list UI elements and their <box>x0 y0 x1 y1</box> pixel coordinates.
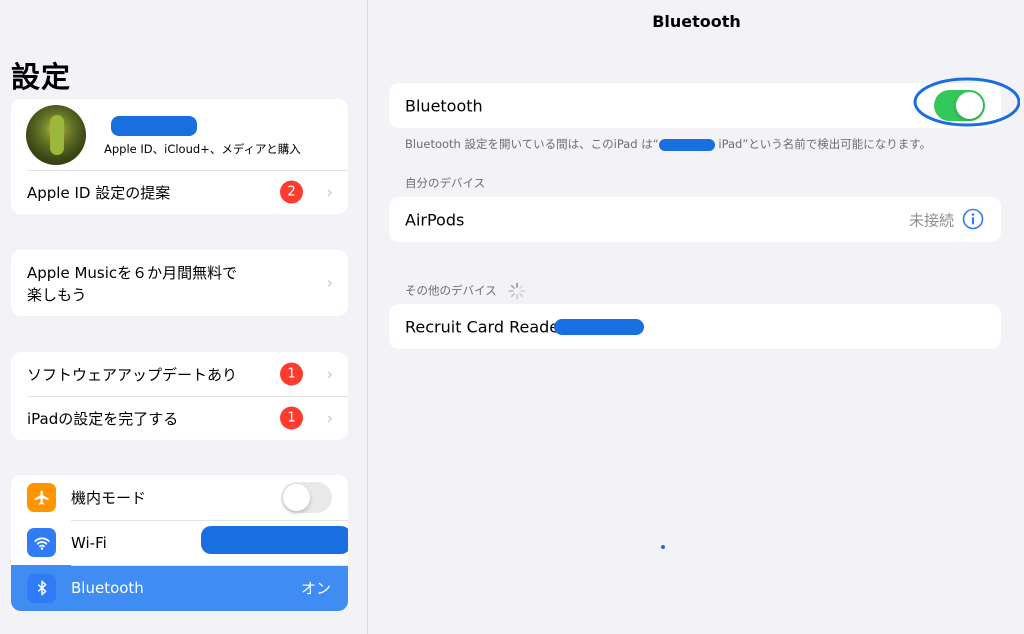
visibility-note-suffix: iPad”という名前で検出可能になります。 <box>714 137 932 151</box>
chevron-right-icon: › <box>326 182 333 202</box>
annotation-circle <box>913 77 1020 127</box>
chevron-right-icon: › <box>326 273 333 292</box>
redacted-device-suffix <box>554 319 644 335</box>
sidebar-item-airplane-mode[interactable]: 機内モード <box>11 475 348 520</box>
suggestion-badge: 2 <box>280 180 303 204</box>
bluetooth-icon <box>27 573 56 603</box>
wifi-label: Wi-Fi <box>71 533 107 552</box>
my-devices-header: 自分のデバイス <box>405 176 486 190</box>
software-update-label: ソフトウェアアップデートあり <box>27 365 238 384</box>
chevron-right-icon: › <box>326 364 333 384</box>
updates-group: ソフトウェアアップデートあり 1 › iPadの設定を完了する 1 › <box>11 352 348 440</box>
apple-music-promo[interactable]: Apple Musicを６か月間無料で 楽しもう › <box>11 250 348 316</box>
bluetooth-label: Bluetooth <box>71 579 144 597</box>
bluetooth-detail-pane: Bluetooth Bluetooth Bluetooth 設定を開いている間は… <box>369 0 1024 634</box>
sidebar-item-wifi[interactable]: Wi-Fi <box>11 520 348 565</box>
device-name: Recruit Card Reade <box>405 317 560 336</box>
apple-id-suggestion-row[interactable]: Apple ID 設定の提案 2 › <box>11 170 348 214</box>
other-device-row[interactable]: Recruit Card Reade <box>389 304 1001 349</box>
account-group: Apple ID、iCloud+、メディアと購入 Apple ID 設定の提案 … <box>11 99 348 214</box>
avatar <box>26 104 86 165</box>
bluetooth-toggle-label: Bluetooth <box>405 96 483 115</box>
loading-spinner-icon <box>509 282 526 300</box>
apple-id-row[interactable]: Apple ID、iCloud+、メディアと購入 <box>11 99 348 170</box>
device-name: AirPods <box>405 210 465 229</box>
other-devices-header: その他のデバイス <box>405 282 526 300</box>
sidebar-title: 設定 <box>11 60 72 94</box>
bluetooth-status-value: オン <box>300 579 331 598</box>
chevron-right-icon: › <box>326 408 333 428</box>
airplane-icon <box>27 483 56 512</box>
airplane-mode-label: 機内モード <box>71 489 147 507</box>
sidebar-item-bluetooth[interactable]: Bluetooth オン <box>11 565 348 611</box>
other-devices-label: その他のデバイス <box>405 283 497 298</box>
airplane-mode-toggle[interactable] <box>281 482 332 513</box>
page-dot <box>661 545 665 549</box>
redacted-name <box>111 116 197 136</box>
info-icon[interactable] <box>962 208 984 230</box>
page-title: Bluetooth <box>652 12 741 31</box>
suggestion-label: Apple ID 設定の提案 <box>27 183 171 202</box>
my-device-row[interactable]: AirPods 未接続 <box>389 197 1001 242</box>
connectivity-group: 機内モード Wi-Fi Bluetooth オン <box>11 475 348 611</box>
wifi-icon <box>27 528 56 557</box>
promo-line-2: 楽しもう <box>27 286 87 304</box>
software-update-badge: 1 <box>280 362 303 386</box>
visibility-note: Bluetooth 設定を開いている間は、このiPad は“ iPad”という名… <box>405 136 931 152</box>
promo-row[interactable]: Apple Musicを６か月間無料で 楽しもう › <box>11 250 348 316</box>
device-status: 未接続 <box>908 211 954 229</box>
redacted-wifi-name <box>201 526 348 554</box>
software-update-row[interactable]: ソフトウェアアップデートあり 1 › <box>11 352 348 396</box>
settings-sidebar: 設定 Apple ID、iCloud+、メディアと購入 Apple ID 設定の… <box>0 0 368 634</box>
finish-setup-row[interactable]: iPadの設定を完了する 1 › <box>11 396 348 440</box>
finish-setup-label: iPadの設定を完了する <box>27 409 179 428</box>
finish-setup-badge: 1 <box>280 406 303 430</box>
redacted-device-name <box>658 138 715 151</box>
promo-line-1: Apple Musicを６か月間無料で <box>27 264 238 282</box>
account-subtitle: Apple ID、iCloud+、メディアと購入 <box>104 142 301 156</box>
visibility-note-prefix: Bluetooth 設定を開いている間は、このiPad は“ <box>405 137 659 151</box>
